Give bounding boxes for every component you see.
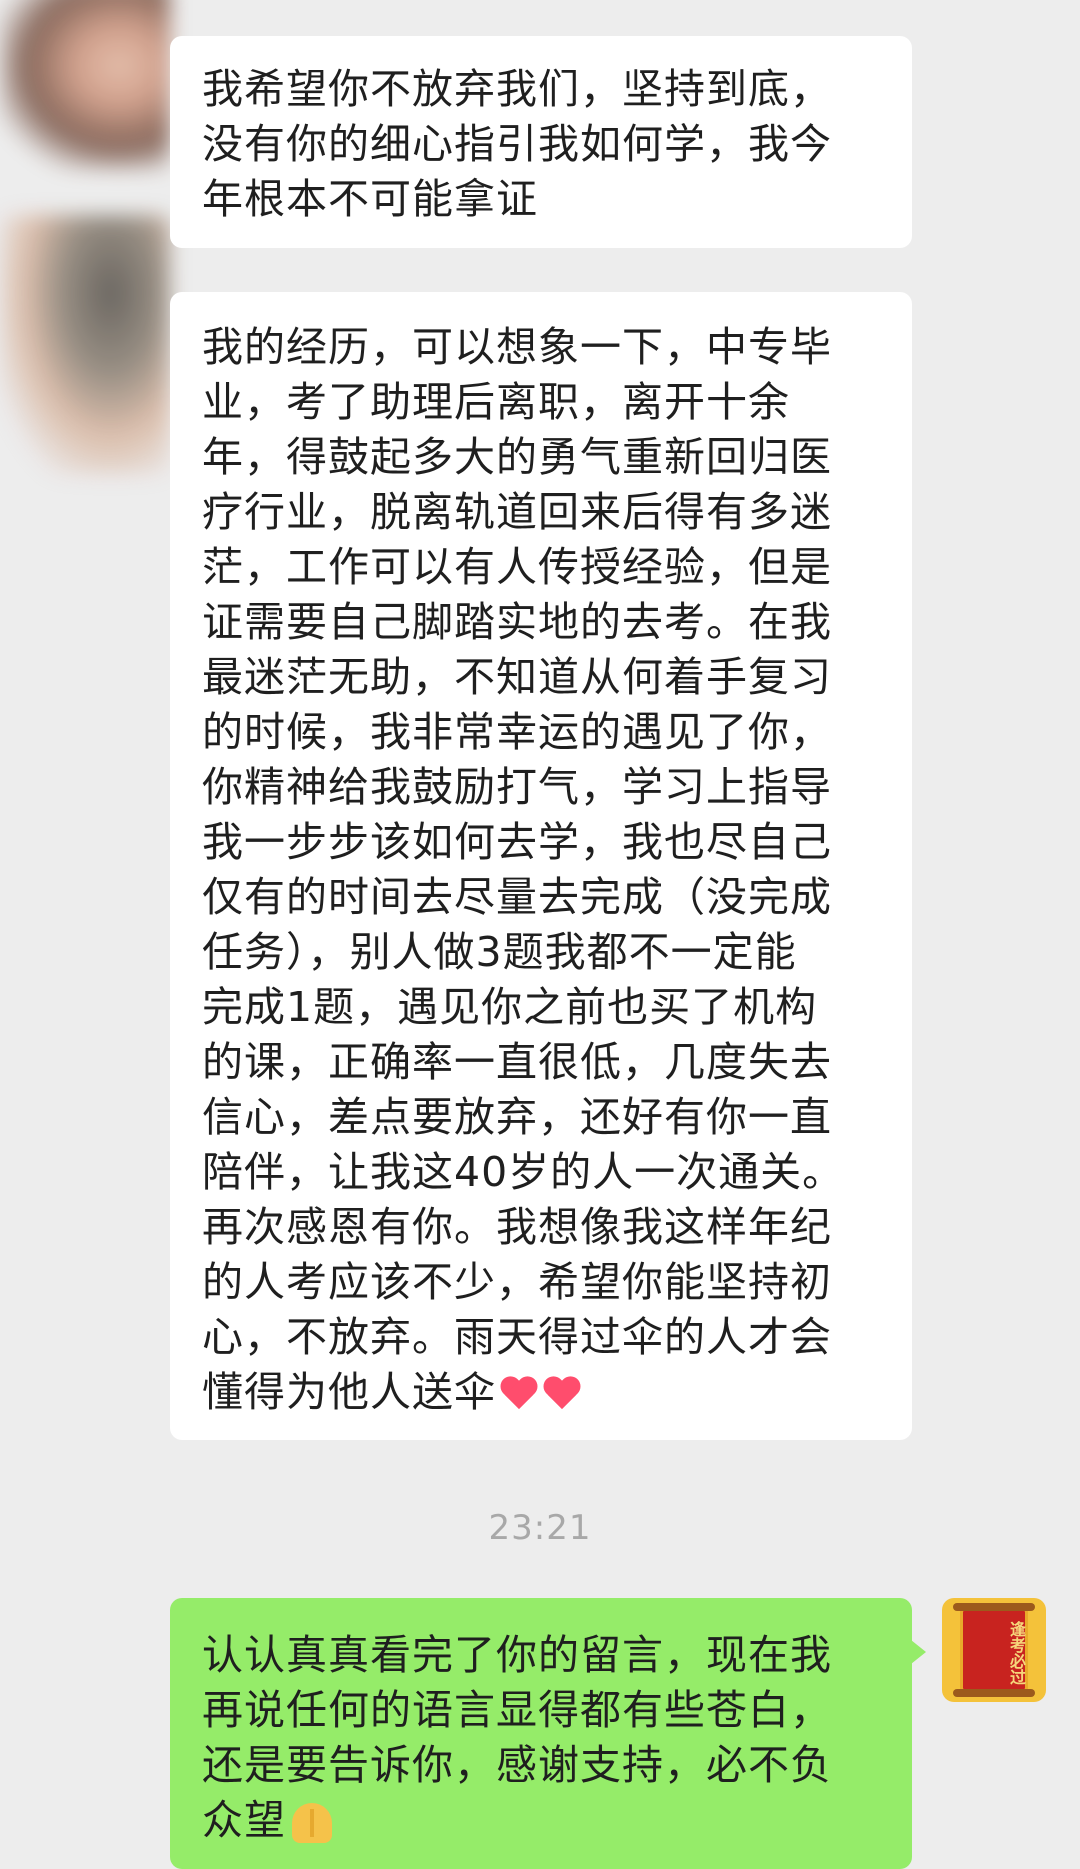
user-avatar[interactable]: 逢考必过 <box>942 1598 1046 1702</box>
avatar-text: 逢考必过 <box>1007 1621 1026 1685</box>
message-text: 我希望你不放弃我们，坚持到底， 没有你的细心指引我如何学，我今 年根本不可能拿证 <box>202 65 832 223</box>
message-text: 我的经历，可以想象一下，中专毕 业，考了助理后离职，离开十余 年，得鼓起多大的勇… <box>202 323 845 1416</box>
heart-icon <box>542 1377 582 1413</box>
message-timestamp: 23:21 <box>488 1508 592 1548</box>
scroll-icon: 逢考必过 <box>953 1603 1035 1697</box>
chat-window: 我希望你不放弃我们，坚持到底， 没有你的细心指引我如何学，我今 年根本不可能拿证… <box>0 0 1080 1869</box>
incoming-message-bubble[interactable]: 我希望你不放弃我们，坚持到底， 没有你的细心指引我如何学，我今 年根本不可能拿证 <box>170 36 912 248</box>
heart-icon <box>499 1377 539 1413</box>
outgoing-message-bubble[interactable]: 认认真真看完了你的留言，现在我 再说任何的语言显得都有些苍白， 还是要告诉你，感… <box>170 1598 926 1869</box>
incoming-message-bubble[interactable]: 我的经历，可以想象一下，中专毕 业，考了助理后离职，离开十余 年，得鼓起多大的勇… <box>170 292 912 1440</box>
sender-avatar[interactable] <box>0 215 170 475</box>
sender-avatar[interactable] <box>0 0 170 170</box>
folded-hands-icon <box>292 1803 332 1843</box>
